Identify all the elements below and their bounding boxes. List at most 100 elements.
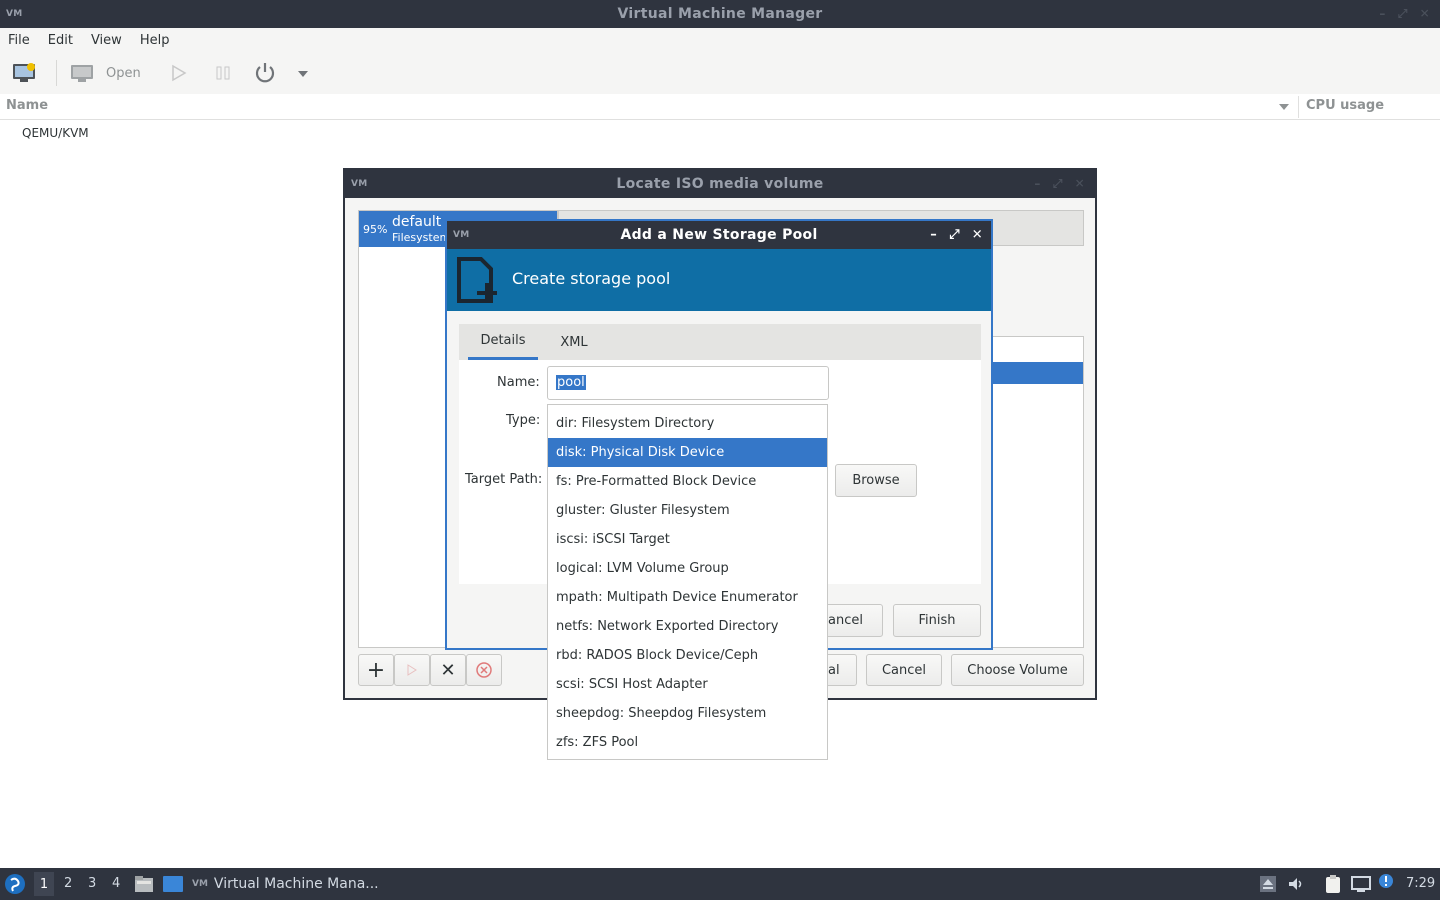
type-option-label: mpath: Multipath Device Enumerator <box>556 590 798 605</box>
type-option-label: sheepdog: Sheepdog Filesystem <box>556 706 767 721</box>
pool-name: default <box>392 214 442 230</box>
minimize-icon[interactable]: – <box>930 228 937 243</box>
tray-eject-icon[interactable] <box>1259 875 1277 893</box>
connection-qemu-kvm[interactable]: QEMU/KVM <box>22 126 89 140</box>
pool-type-dropdown: dir: Filesystem Directory disk: Physical… <box>547 404 828 760</box>
show-desktop-button[interactable] <box>162 875 184 893</box>
minimize-icon[interactable]: – <box>1034 177 1040 192</box>
tab-details-label: Details <box>480 333 526 348</box>
main-toolbar: Open <box>0 52 1440 94</box>
tab-xml[interactable]: XML <box>549 324 599 360</box>
type-label: Type: <box>506 413 541 428</box>
shutdown-button[interactable] <box>252 61 278 85</box>
choose-volume-button[interactable]: Choose Volume <box>951 654 1084 686</box>
type-option-netfs[interactable]: netfs: Network Exported Directory <box>548 612 827 641</box>
eject-icon <box>1260 876 1276 892</box>
column-name[interactable]: Name <box>6 98 48 113</box>
type-option-label: gluster: Gluster Filesystem <box>556 503 730 518</box>
run-button[interactable] <box>170 64 188 82</box>
pool-name-input[interactable]: pool <box>547 366 829 400</box>
delete-pool-button[interactable]: ✕ <box>430 654 466 686</box>
type-option-label: rbd: RADOS Block Device/Ceph <box>556 648 759 663</box>
type-option-iscsi[interactable]: iscsi: iSCSI Target <box>548 525 827 554</box>
new-vm-button[interactable] <box>12 62 38 84</box>
vm-logo-icon: VM <box>192 879 208 889</box>
type-option-sheepdog[interactable]: sheepdog: Sheepdog Filesystem <box>548 699 827 728</box>
menu-edit[interactable]: Edit <box>48 33 73 48</box>
close-icon[interactable]: ✕ <box>1420 7 1430 22</box>
locate-partial-label: al <box>828 662 840 678</box>
menu-help[interactable]: Help <box>140 33 170 48</box>
pool-dialog-header: Create storage pool <box>447 249 991 311</box>
workspace-3[interactable]: 3 <box>88 876 96 891</box>
type-option-dir[interactable]: dir: Filesystem Directory <box>548 409 827 438</box>
pause-button[interactable] <box>214 64 232 82</box>
workspace-2[interactable]: 2 <box>64 876 72 891</box>
maximize-icon[interactable]: ⤢ <box>1053 177 1063 192</box>
tray-notification-icon[interactable] <box>1378 873 1394 889</box>
type-option-disk[interactable]: disk: Physical Disk Device <box>548 438 827 467</box>
power-icon <box>255 63 275 83</box>
toolbar-separator <box>56 60 57 86</box>
menu-file[interactable]: File <box>8 33 30 48</box>
menu-view[interactable]: View <box>91 33 122 48</box>
vm-logo-icon: VM <box>351 179 368 189</box>
column-cpu-usage[interactable]: CPU usage <box>1306 98 1384 113</box>
taskbar: 1 2 3 4 VM Virtual Machine Mana... 7:29 <box>0 868 1440 900</box>
shutdown-menu-button[interactable] <box>296 68 310 78</box>
maximize-icon[interactable]: ⤢ <box>1398 7 1408 22</box>
name-label: Name: <box>497 375 540 390</box>
main-window-controls: – ⤢ ✕ <box>1379 7 1430 22</box>
clock[interactable]: 7:29 <box>1406 876 1435 891</box>
workspace-1[interactable]: 1 <box>34 872 54 896</box>
speaker-icon <box>1289 878 1302 890</box>
open-button[interactable]: Open <box>70 62 150 84</box>
monitor-icon <box>71 65 93 82</box>
workspace-label: 1 <box>39 876 49 892</box>
chevron-down-icon <box>298 71 308 77</box>
start-pool-button[interactable] <box>394 654 430 686</box>
finish-button[interactable]: Finish <box>893 604 981 637</box>
play-icon <box>407 664 417 676</box>
type-option-scsi[interactable]: scsi: SCSI Host Adapter <box>548 670 827 699</box>
stop-icon <box>476 662 492 678</box>
file-manager-launcher[interactable] <box>134 875 154 893</box>
workspace-4[interactable]: 4 <box>112 876 120 891</box>
task-label: Virtual Machine Mana... <box>213 876 379 892</box>
sort-arrow-icon <box>1279 104 1289 110</box>
type-option-label: dir: Filesystem Directory <box>556 416 715 431</box>
stop-pool-button[interactable] <box>466 654 502 686</box>
type-option-label: disk: Physical Disk Device <box>556 445 725 460</box>
locate-cancel-button[interactable]: Cancel <box>866 654 942 686</box>
minimize-icon[interactable]: – <box>1379 7 1385 22</box>
folder-icon <box>135 876 153 892</box>
add-pool-button[interactable]: + <box>358 654 394 686</box>
type-option-logical[interactable]: logical: LVM Volume Group <box>548 554 827 583</box>
close-icon[interactable]: ✕ <box>972 228 983 243</box>
tray-network-icon[interactable] <box>1350 874 1372 894</box>
play-icon <box>172 64 187 82</box>
type-option-label: fs: Pre-Formatted Block Device <box>556 474 757 489</box>
start-menu-button[interactable] <box>4 873 26 895</box>
browse-button[interactable]: Browse <box>835 464 917 497</box>
tab-xml-label: XML <box>560 334 588 350</box>
vm-logo-icon: VM <box>6 9 23 19</box>
type-option-label: netfs: Network Exported Directory <box>556 619 779 634</box>
close-icon[interactable]: ✕ <box>1075 177 1085 192</box>
vm-logo-icon: VM <box>453 230 470 240</box>
type-option-fs[interactable]: fs: Pre-Formatted Block Device <box>548 467 827 496</box>
type-option-mpath[interactable]: mpath: Multipath Device Enumerator <box>548 583 827 612</box>
type-option-zfs[interactable]: zfs: ZFS Pool <box>548 728 827 757</box>
tray-clipboard-icon[interactable] <box>1323 874 1343 894</box>
maximize-icon[interactable]: ⤢ <box>949 228 960 243</box>
choose-volume-label: Choose Volume <box>967 662 1068 678</box>
pool-dialog-title: Add a New Storage Pool <box>620 227 818 243</box>
type-option-rbd[interactable]: rbd: RADOS Block Device/Ceph <box>548 641 827 670</box>
tray-volume-icon[interactable] <box>1287 875 1305 893</box>
finish-label: Finish <box>918 613 956 628</box>
task-virtual-machine-manager[interactable]: VM Virtual Machine Mana... <box>192 872 402 896</box>
tab-details[interactable]: Details <box>468 324 538 360</box>
volume-list <box>985 336 1084 648</box>
type-option-gluster[interactable]: gluster: Gluster Filesystem <box>548 496 827 525</box>
volume-row-selected[interactable] <box>986 362 1083 384</box>
